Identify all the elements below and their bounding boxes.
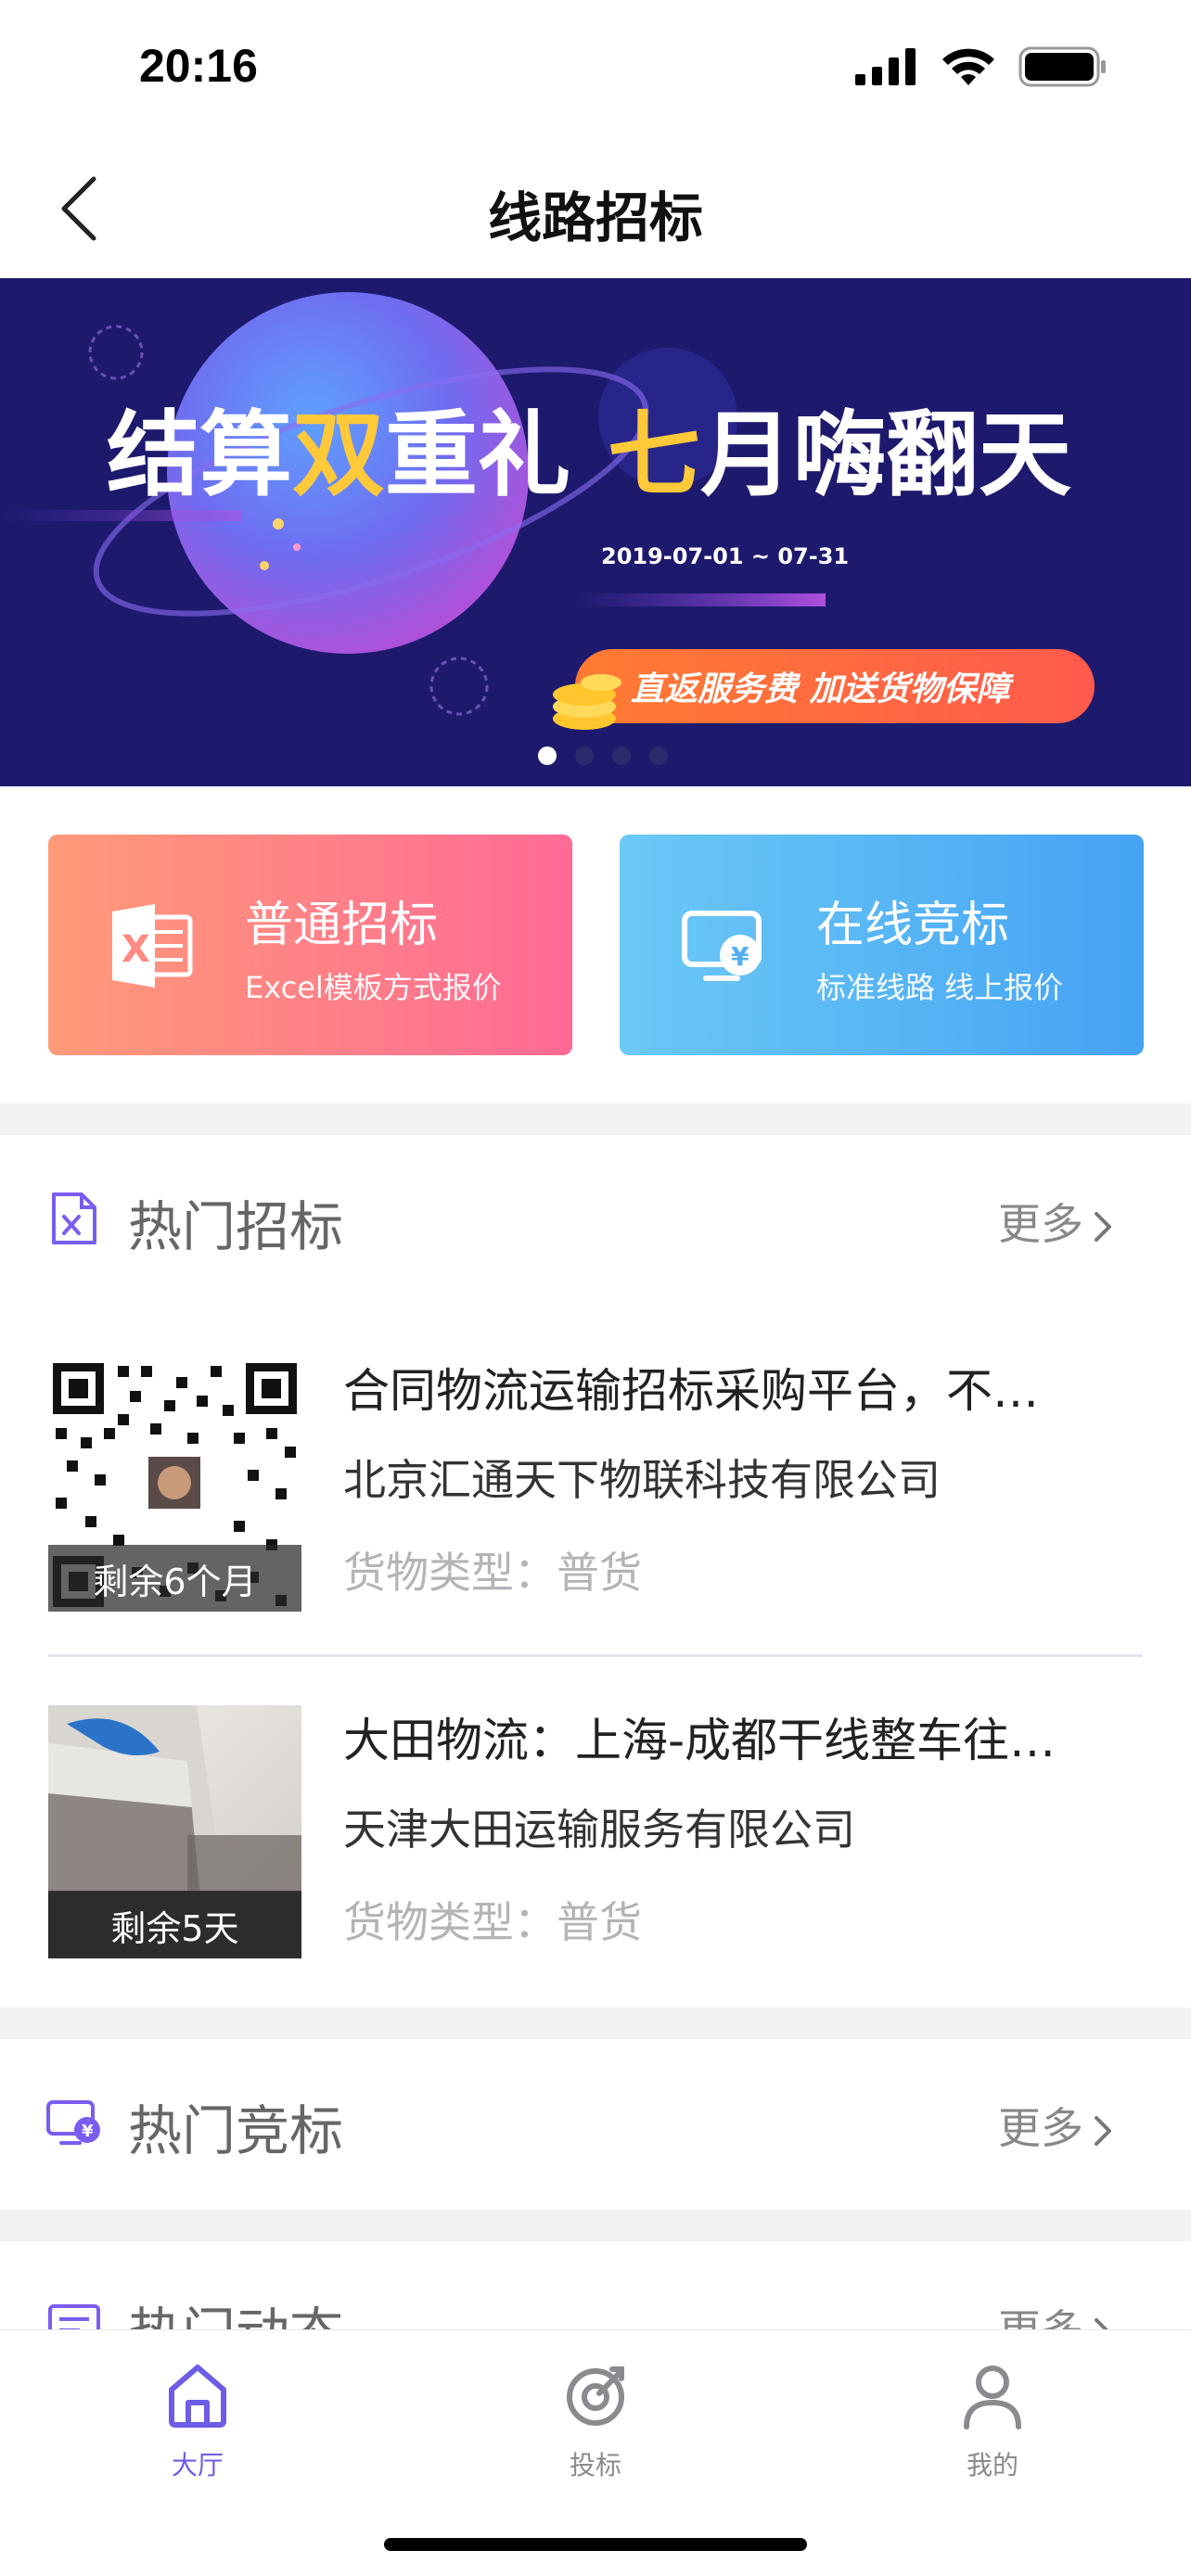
user-icon	[964, 2366, 1021, 2429]
banner-dot[interactable]	[575, 746, 594, 765]
tab-bid[interactable]: 投标	[503, 2358, 688, 2482]
banner-headline-part3: 七	[608, 401, 700, 509]
monitor-yen-icon: ¥	[682, 911, 762, 981]
tender-title: 大田物流：上海-成都干线整车往…	[343, 1714, 1057, 1767]
card-title: 普通招标	[245, 898, 439, 953]
tab-hall[interactable]: 大厅	[105, 2358, 290, 2482]
status-icons	[855, 46, 1108, 87]
banner-dot[interactable]	[612, 746, 631, 765]
section-title: 热门竞标	[128, 2099, 344, 2162]
normal-tender-card[interactable]: X 普通招标 Excel模板方式报价	[48, 835, 572, 1055]
banner-headline-part1: 结算	[107, 401, 292, 509]
monitor-yen-icon: ¥	[46, 2100, 100, 2145]
home-icon	[169, 2365, 226, 2428]
tender-company: 天津大田运输服务有限公司	[343, 1804, 855, 1855]
page-title: 线路招标	[487, 186, 703, 249]
more-label: 更多	[998, 1199, 1083, 1249]
tender-thumbnail: 剩余5天	[48, 1705, 301, 1958]
battery-icon	[1018, 46, 1106, 87]
banner-dot[interactable]	[649, 746, 668, 765]
tender-company: 北京汇通天下物联科技有限公司	[343, 1455, 941, 1505]
svg-text:X: X	[122, 928, 150, 971]
section-separator	[0, 2210, 1191, 2241]
signal-icon	[855, 48, 916, 85]
wifi-icon	[942, 48, 994, 85]
tab-label: 我的	[966, 2450, 1018, 2480]
section-separator	[0, 1103, 1191, 1135]
tender-cargo-type: 货物类型：普货	[343, 1897, 642, 1947]
list-divider	[48, 1654, 1143, 1657]
banner-dot[interactable]	[538, 746, 557, 765]
tender-list-item[interactable]: 剩余5天 大田物流：上海-成都干线整车往… 天津大田运输服务有限公司 货物类型：…	[0, 1666, 1191, 1972]
section-separator	[0, 2008, 1191, 2039]
hot-tenders-header: 热门招标 更多	[0, 1135, 1191, 1302]
more-link[interactable]: 更多	[998, 2095, 1117, 2156]
home-indicator[interactable]	[384, 2538, 807, 2551]
tab-label: 大厅	[171, 2450, 224, 2480]
tender-thumbnail: 剩余6个月	[48, 1358, 301, 1612]
banner-date: 2019-07-01 ~ 07-31	[601, 543, 849, 569]
hot-bids-header: ¥ 热门竞标 更多	[0, 2039, 1191, 2210]
chevron-right-icon	[1095, 1212, 1111, 1242]
chevron-right-icon	[1095, 2116, 1111, 2146]
promo-banner[interactable]: 结算双重礼 七月嗨翻天 2019-07-01 ~ 07-31 直返服务费 加送货物…	[0, 278, 1191, 786]
banner-pill-text: 直返服务费 加送货物保障	[631, 670, 1015, 708]
tab-label: 投标	[569, 2450, 621, 2480]
tab-mine[interactable]: 我的	[900, 2358, 1085, 2482]
banner-pagination	[538, 746, 668, 765]
online-bid-card[interactable]: ¥ 在线竞标 标准线路 线上报价	[620, 835, 1144, 1055]
status-time: 20:16	[139, 40, 258, 92]
svg-text:¥: ¥	[82, 2122, 94, 2141]
banner-headline-part2: 重礼	[385, 401, 570, 509]
remaining-badge: 剩余6个月	[48, 1545, 301, 1612]
more-label: 更多	[998, 2103, 1083, 2153]
tender-list-item[interactable]: 剩余6个月 合同物流运输招标采购平台，不… 北京汇通天下物联科技有限公司 货物类…	[0, 1317, 1191, 1623]
more-link[interactable]: 更多	[998, 1191, 1117, 1252]
banner-artwork: 结算双重礼 七月嗨翻天 2019-07-01 ~ 07-31 直返服务费 加送货物…	[0, 278, 1191, 786]
tender-title: 合同物流运输招标采购平台，不…	[343, 1364, 1039, 1418]
excel-file-icon	[52, 1192, 96, 1244]
target-icon	[567, 2366, 624, 2426]
svg-text:¥: ¥	[731, 941, 749, 972]
status-bar: 20:16	[0, 0, 1191, 139]
banner-headline-part4: 月嗨翻天	[700, 401, 1071, 509]
card-subtitle: 标准线路 线上报价	[816, 970, 1064, 1005]
nav-bar: 线路招标	[0, 139, 1191, 278]
card-subtitle: Excel模板方式报价	[245, 970, 502, 1005]
card-title: 在线竞标	[816, 898, 1010, 953]
remaining-badge: 剩余5天	[48, 1892, 301, 1958]
tender-cargo-type: 货物类型：普货	[343, 1548, 642, 1598]
banner-headline-highlight: 双	[292, 401, 385, 509]
excel-icon: X	[112, 904, 193, 988]
section-title: 热门招标	[128, 1195, 344, 1258]
